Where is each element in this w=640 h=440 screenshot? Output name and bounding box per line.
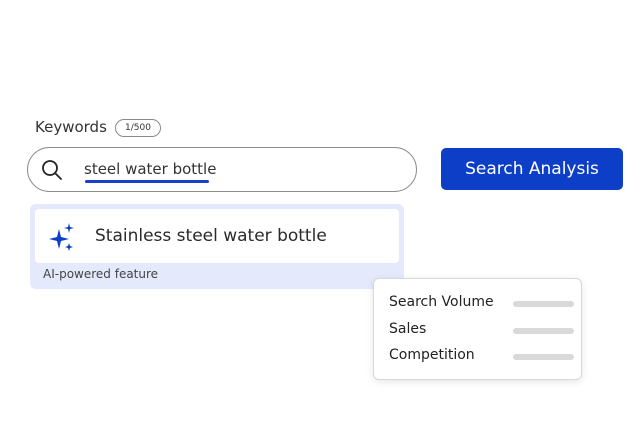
keywords-label: Keywords: [35, 118, 107, 136]
search-input[interactable]: steel water bottle: [27, 147, 417, 192]
metric-placeholder-bar: [513, 354, 574, 360]
metric-row-competition: Competition: [389, 347, 574, 365]
keyword-search-widget: Keywords 1/500 steel water bottle Search…: [0, 0, 640, 440]
metric-placeholder-bar: [513, 328, 574, 334]
search-analysis-button[interactable]: Search Analysis: [441, 148, 623, 190]
search-icon: [42, 160, 62, 180]
metric-label: Competition: [389, 347, 475, 363]
search-input-value[interactable]: steel water bottle: [84, 160, 216, 178]
search-text-underline: [85, 180, 209, 183]
suggestion-item[interactable]: Stainless steel water bottle: [35, 209, 399, 263]
metric-label: Sales: [389, 321, 427, 337]
metric-label: Search Volume: [389, 294, 494, 310]
suggestion-panel: Stainless steel water bottle AI-powered …: [30, 204, 404, 289]
ai-feature-note: AI-powered feature: [43, 267, 159, 281]
metric-row-search-volume: Search Volume: [389, 294, 574, 312]
suggestion-text[interactable]: Stainless steel water bottle: [95, 226, 327, 246]
keywords-count-badge: 1/500: [115, 119, 161, 137]
metric-row-sales: Sales: [389, 321, 574, 339]
metric-placeholder-bar: [513, 301, 574, 307]
metrics-card: Search Volume Sales Competition: [373, 278, 582, 380]
sparkle-icon: [49, 223, 74, 251]
